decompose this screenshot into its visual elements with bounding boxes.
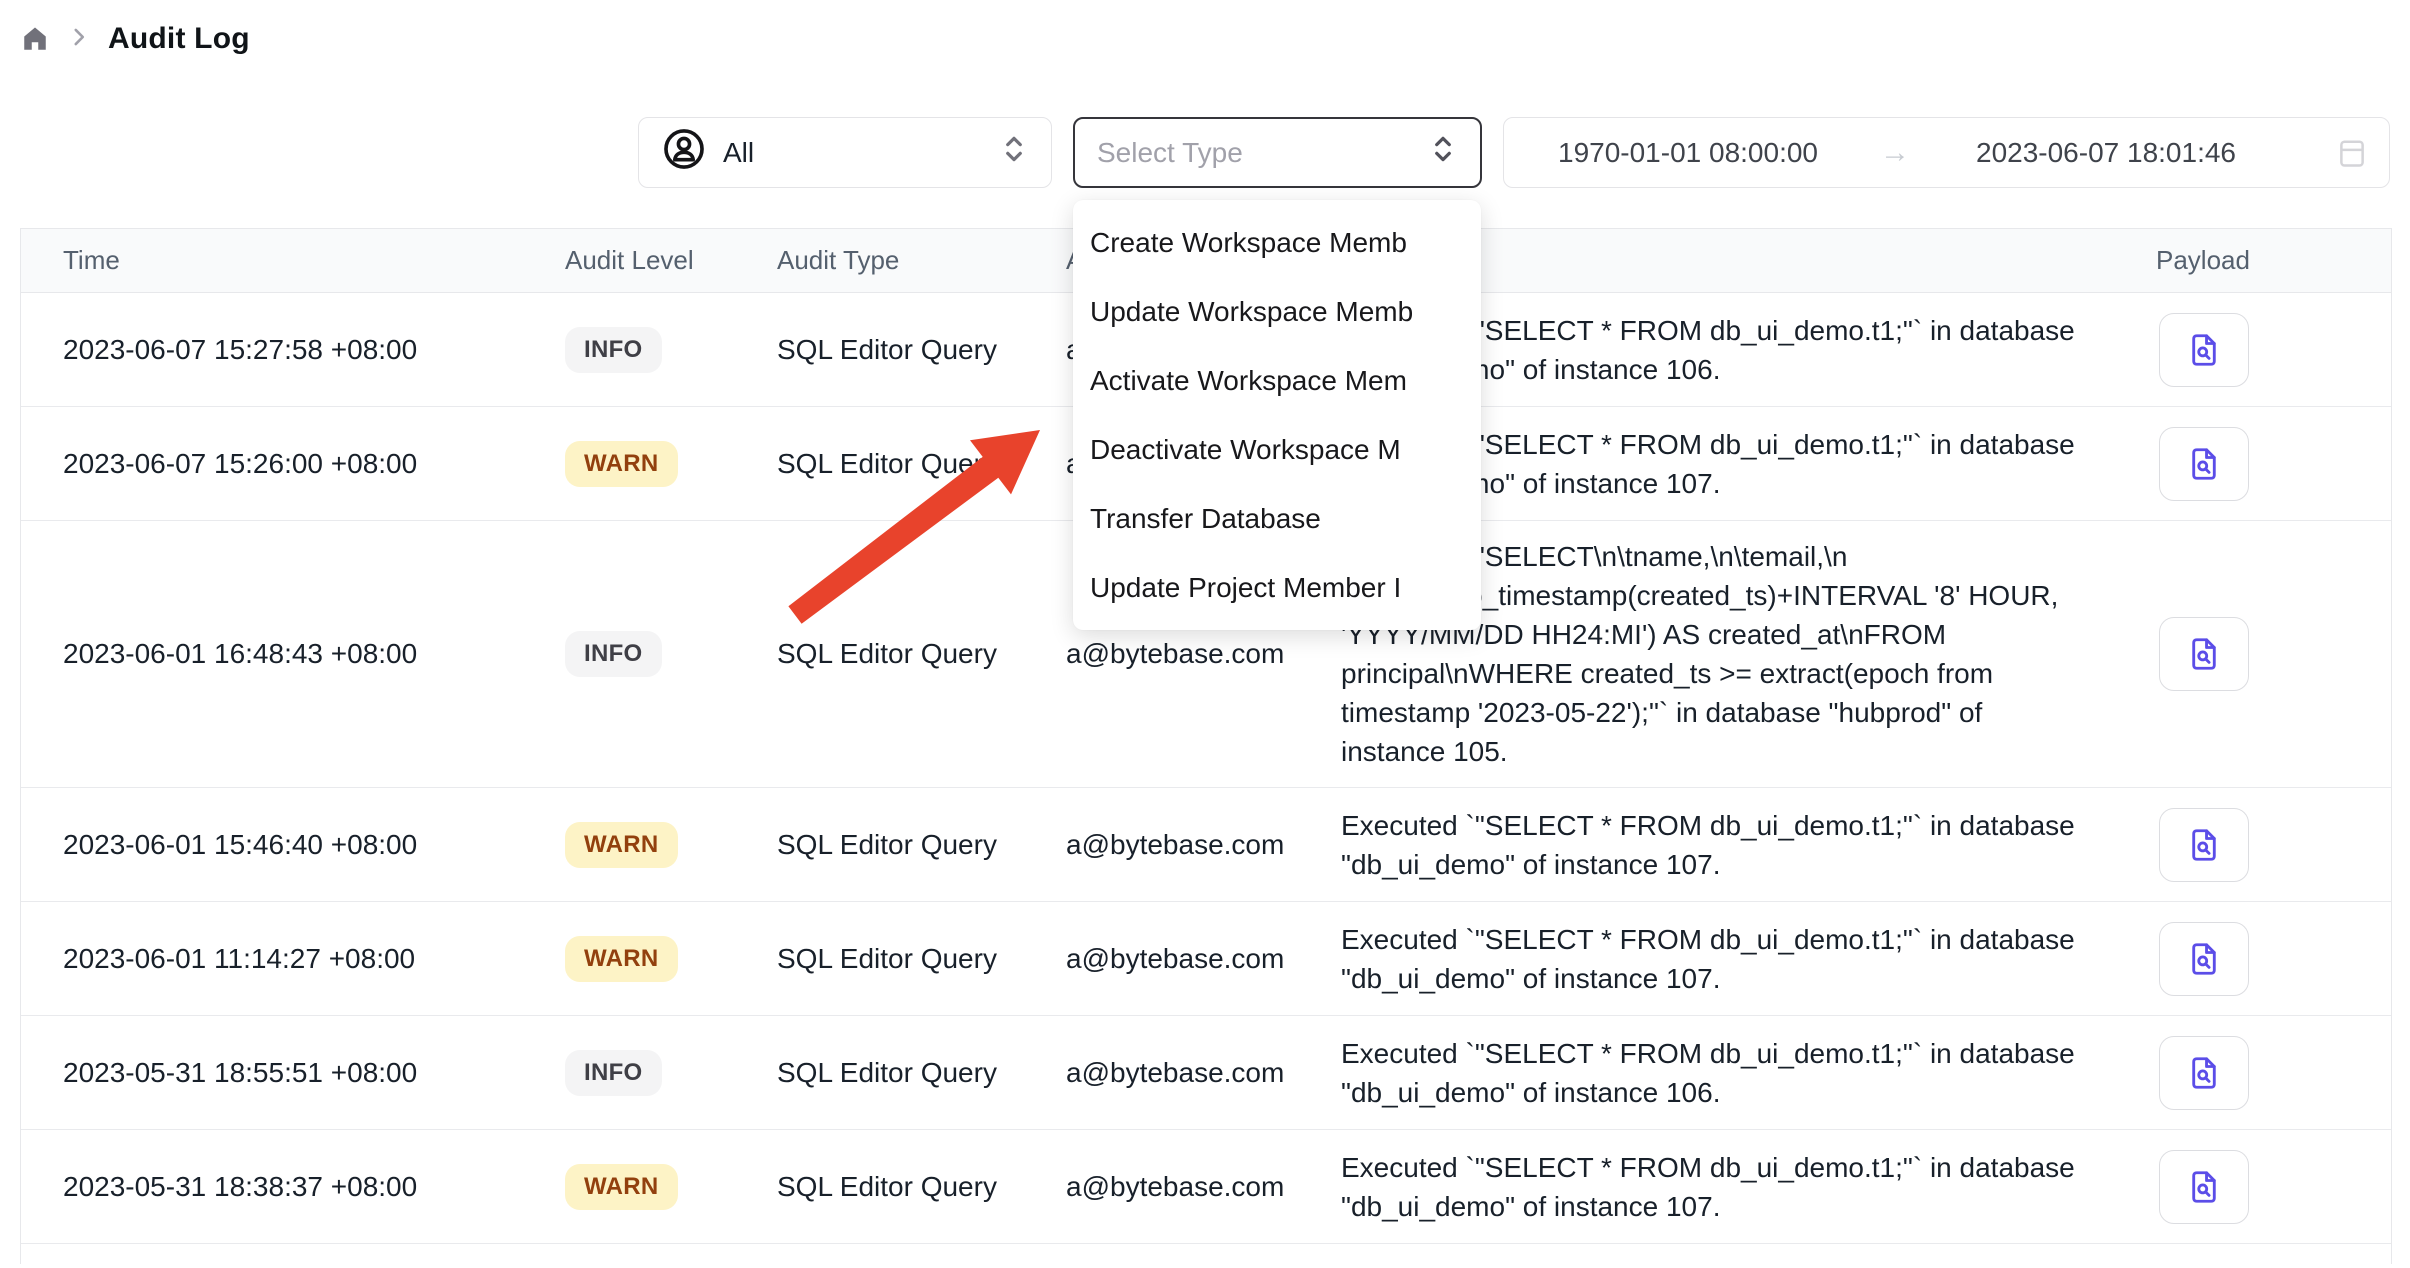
view-payload-button[interactable] — [2159, 1150, 2249, 1224]
type-dropdown-item[interactable]: Update Workspace Memb — [1073, 277, 1481, 346]
audit-level-badge: INFO — [565, 631, 662, 677]
view-payload-button[interactable] — [2159, 617, 2249, 691]
cell-payload — [2141, 808, 2393, 882]
cell-audit-level: INFO — [565, 327, 777, 373]
col-header-type: Audit Type — [777, 245, 1066, 276]
filter-bar: All Select Type 1970-01-01 08:00:00 → 20… — [638, 117, 2390, 188]
breadcrumb: Audit Log — [20, 22, 250, 56]
cell-payload — [2141, 1036, 2393, 1110]
view-payload-button[interactable] — [2159, 313, 2249, 387]
cell-audit-type: SQL Editor Query — [777, 1057, 1066, 1089]
col-header-level: Audit Level — [565, 245, 777, 276]
document-search-icon — [2185, 940, 2223, 978]
cell-audit-level: INFO — [565, 1050, 777, 1096]
cell-audit-type: SQL Editor Query — [777, 943, 1066, 975]
audit-level-badge: INFO — [565, 327, 662, 373]
actor-filter-select[interactable]: All — [638, 117, 1052, 188]
audit-level-badge: WARN — [565, 441, 678, 487]
cell-audit-level: WARN — [565, 1164, 777, 1210]
document-search-icon — [2185, 1054, 2223, 1092]
type-dropdown-item[interactable]: Transfer Database — [1073, 484, 1481, 553]
type-dropdown-item[interactable]: Activate Workspace Mem — [1073, 346, 1481, 415]
type-filter-select[interactable]: Select Type — [1073, 117, 1482, 188]
date-range-start: 1970-01-01 08:00:00 — [1558, 137, 1818, 169]
cell-payload — [2141, 922, 2393, 996]
audit-level-badge: WARN — [565, 822, 678, 868]
cell-payload — [2141, 1150, 2393, 1224]
home-icon[interactable] — [20, 24, 50, 54]
view-payload-button[interactable] — [2159, 922, 2249, 996]
cell-audit-type: SQL Editor Query — [777, 638, 1066, 670]
document-search-icon — [2185, 1168, 2223, 1206]
cell-time: 2023-06-07 15:27:58 +08:00 — [63, 334, 565, 366]
cell-audit-type: SQL Editor Query — [777, 334, 1066, 366]
cell-time: 2023-05-31 18:55:51 +08:00 — [63, 1057, 565, 1089]
view-payload-button[interactable] — [2159, 1036, 2249, 1110]
user-circle-icon — [661, 126, 707, 179]
page-title: Audit Log — [108, 22, 250, 56]
chevron-right-icon — [66, 24, 92, 55]
cell-time: 2023-05-31 18:38:37 +08:00 — [63, 1171, 565, 1203]
type-dropdown-menu: Create Workspace Memb Update Workspace M… — [1073, 200, 1481, 630]
type-filter-placeholder: Select Type — [1097, 137, 1243, 169]
cell-time: 2023-06-07 15:26:00 +08:00 — [63, 448, 565, 480]
cell-audit-type: SQL Editor Query — [777, 1171, 1066, 1203]
view-payload-button[interactable] — [2159, 427, 2249, 501]
cell-comment: Executed `"SELECT * FROM db_ui_demo.t1;"… — [1341, 904, 2141, 1014]
view-payload-button[interactable] — [2159, 808, 2249, 882]
cell-actor: a@bytebase.com — [1066, 829, 1341, 861]
document-search-icon — [2185, 445, 2223, 483]
chevron-up-down-icon — [1428, 130, 1458, 175]
date-range-picker[interactable]: 1970-01-01 08:00:00 → 2023-06-07 18:01:4… — [1503, 117, 2390, 188]
table-row: 2023-06-01 15:46:40 +08:00 WARN SQL Edit… — [21, 788, 2391, 902]
cell-payload — [2141, 617, 2393, 691]
cell-payload — [2141, 313, 2393, 387]
arrow-right-icon: → — [1880, 136, 1910, 170]
cell-audit-level: WARN — [565, 936, 777, 982]
cell-audit-type: SQL Editor Query — [777, 448, 1066, 480]
table-row: 2023-05-31 18:38:37 +08:00 WARN SQL Edit… — [21, 1130, 2391, 1244]
col-header-payload: Payload — [2141, 245, 2393, 276]
cell-time: 2023-06-01 16:48:43 +08:00 — [63, 638, 565, 670]
cell-actor: a@bytebase.com — [1066, 943, 1341, 975]
audit-level-badge: WARN — [565, 936, 678, 982]
cell-comment: Executed `"SELECT * FROM db_ui_demo.t1;"… — [1341, 790, 2141, 900]
cell-audit-level: WARN — [565, 822, 777, 868]
calendar-icon — [2337, 136, 2367, 170]
document-search-icon — [2185, 826, 2223, 864]
table-row: 2023-05-31 18:55:51 +08:00 INFO SQL Edit… — [21, 1016, 2391, 1130]
cell-time: 2023-06-01 11:14:27 +08:00 — [63, 943, 565, 975]
date-range-end: 2023-06-07 18:01:46 — [1976, 137, 2236, 169]
cell-audit-level: INFO — [565, 631, 777, 677]
cell-actor: a@bytebase.com — [1066, 638, 1341, 670]
chevron-up-down-icon — [999, 130, 1029, 175]
table-row: 2023-06-01 11:14:27 +08:00 WARN SQL Edit… — [21, 902, 2391, 1016]
cell-payload — [2141, 427, 2393, 501]
cell-audit-type: SQL Editor Query — [777, 829, 1066, 861]
cell-actor: a@bytebase.com — [1066, 1171, 1341, 1203]
cell-audit-level: WARN — [565, 441, 777, 487]
cell-comment: Executed `"SELECT * FROM db_ui_demo.t1;"… — [1341, 1018, 2141, 1128]
cell-comment: Executed `"SELECT * FROM db_ui_demo.t1;"… — [1341, 1132, 2141, 1242]
col-header-time: Time — [63, 245, 565, 276]
document-search-icon — [2185, 331, 2223, 369]
cell-actor: a@bytebase.com — [1066, 1057, 1341, 1089]
actor-filter-value: All — [723, 137, 754, 169]
cell-time: 2023-06-01 15:46:40 +08:00 — [63, 829, 565, 861]
audit-level-badge: WARN — [565, 1164, 678, 1210]
document-search-icon — [2185, 635, 2223, 673]
type-dropdown-item[interactable]: Update Project Member I — [1073, 553, 1481, 622]
audit-level-badge: INFO — [565, 1050, 662, 1096]
type-dropdown-item[interactable]: Create Workspace Memb — [1073, 208, 1481, 277]
table-row-partial — [21, 1244, 2391, 1264]
type-dropdown-item[interactable]: Deactivate Workspace M — [1073, 415, 1481, 484]
